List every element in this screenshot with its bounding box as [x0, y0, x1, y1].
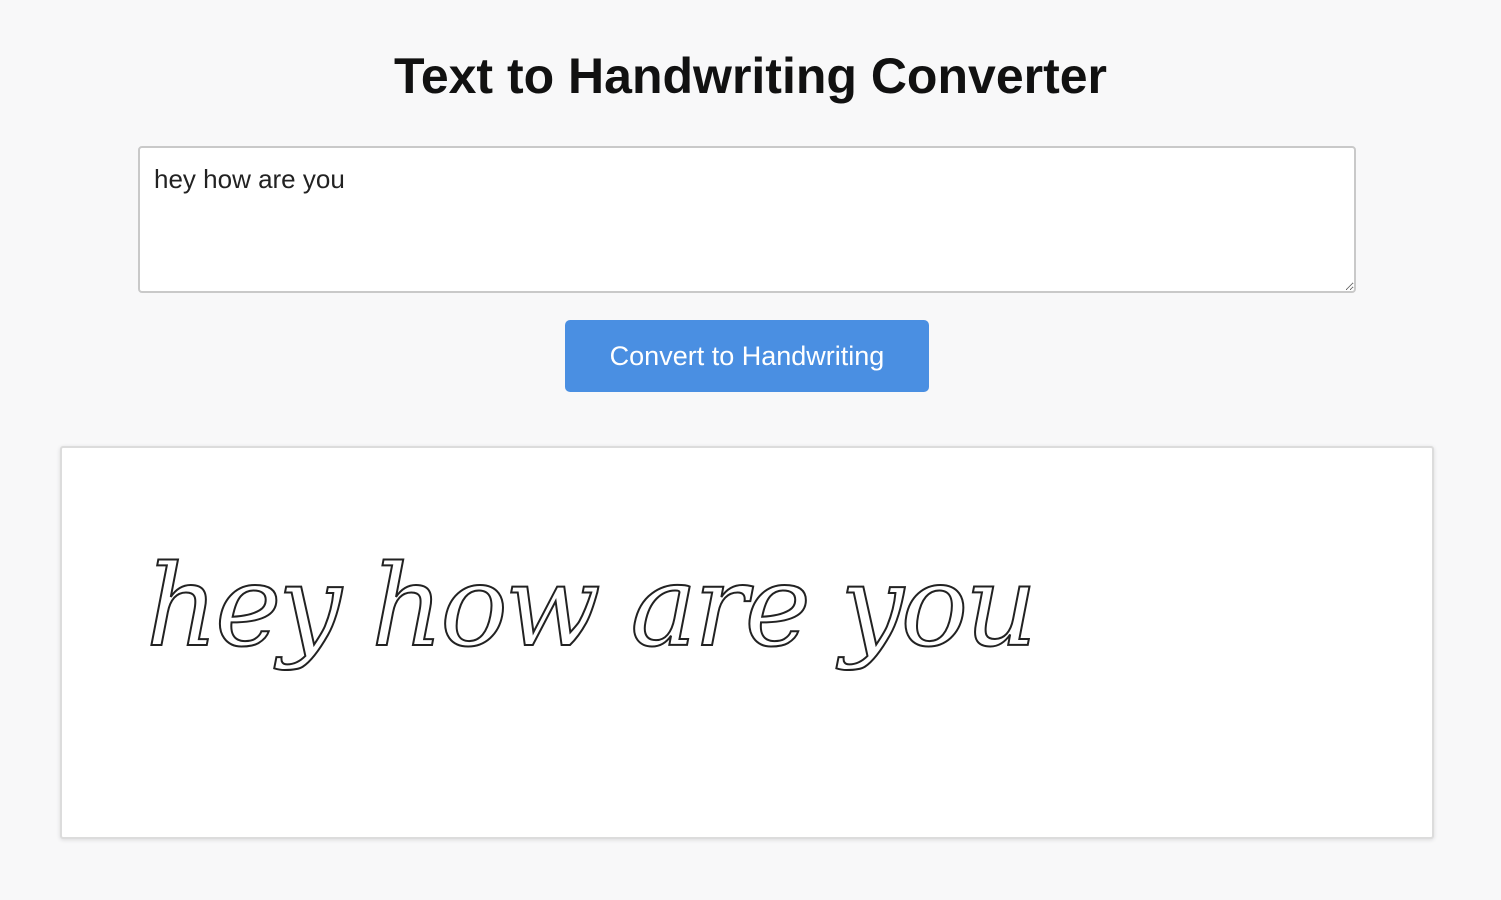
text-input[interactable]: hey how are you	[138, 146, 1356, 293]
convert-button[interactable]: Convert to Handwriting	[565, 320, 929, 392]
handwriting-text: hey how are you	[146, 542, 1034, 672]
handwriting-output-panel: hey how are you	[60, 446, 1434, 839]
page-title: Text to Handwriting Converter	[393, 48, 1107, 104]
handwriting-canvas: hey how are you	[145, 541, 1038, 673]
